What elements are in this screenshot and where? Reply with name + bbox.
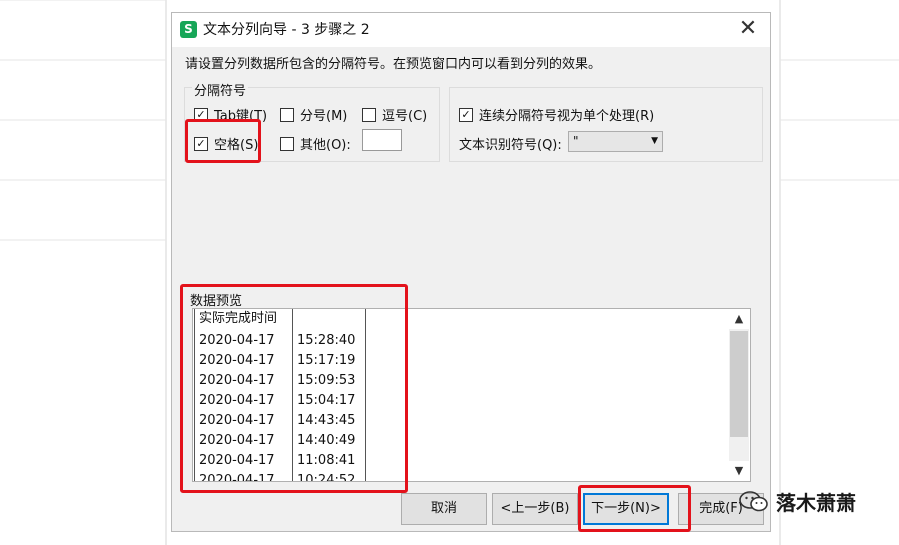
dropdown-arrow-icon: ▼ — [651, 136, 658, 146]
checkbox-unchecked-icon — [280, 107, 294, 122]
text-qualifier-label: 文本识别符号(Q): — [459, 138, 562, 153]
checkbox-unchecked-icon — [362, 107, 376, 122]
instruction-text: 请设置分列数据所包含的分隔符号。在预览窗口内可以看到分列的效果。 — [185, 57, 602, 72]
highlight-space-option — [185, 119, 261, 163]
comma-label: 逗号(C) — [382, 109, 428, 124]
back-button[interactable]: <上一步(B) — [492, 493, 578, 525]
highlight-data-preview — [180, 284, 408, 493]
semicolon-label: 分号(M) — [300, 109, 348, 124]
checkbox-unchecked-icon — [280, 136, 294, 151]
dialog-title: 文本分列向导 - 3 步骤之 2 — [203, 22, 370, 38]
consecutive-label: 连续分隔符号视为单个处理(R) — [479, 109, 655, 124]
cancel-button[interactable]: 取消 — [401, 493, 487, 525]
close-icon[interactable]: ✕ — [726, 13, 770, 47]
title-bar: S 文本分列向导 - 3 步骤之 2 ✕ — [172, 13, 770, 47]
text-qualifier-select[interactable]: " ▼ — [568, 131, 663, 152]
comma-checkbox[interactable]: 逗号(C) — [362, 105, 427, 124]
delimiters-group-title: 分隔符号 — [192, 80, 249, 99]
text-qualifier-value: " — [573, 134, 579, 148]
highlight-next-button — [578, 485, 691, 532]
watermark: 落木萧萧 — [738, 487, 856, 516]
checkmark-icon: ✓ — [459, 107, 473, 122]
other-label: 其他(O): — [300, 138, 351, 153]
scrollbar-thumb[interactable] — [730, 331, 748, 437]
wps-app-icon: S — [180, 21, 197, 38]
other-delimiter-input[interactable] — [362, 129, 402, 151]
consecutive-delimiters-checkbox[interactable]: ✓ 连续分隔符号视为单个处理(R) — [459, 105, 654, 124]
other-checkbox[interactable]: 其他(O): — [280, 134, 351, 153]
scroll-down-icon[interactable]: ▼ — [729, 461, 749, 481]
watermark-text: 落木萧萧 — [776, 491, 856, 515]
scroll-up-icon[interactable]: ▲ — [729, 309, 749, 329]
wechat-icon — [739, 490, 768, 511]
semicolon-checkbox[interactable]: 分号(M) — [280, 105, 347, 124]
